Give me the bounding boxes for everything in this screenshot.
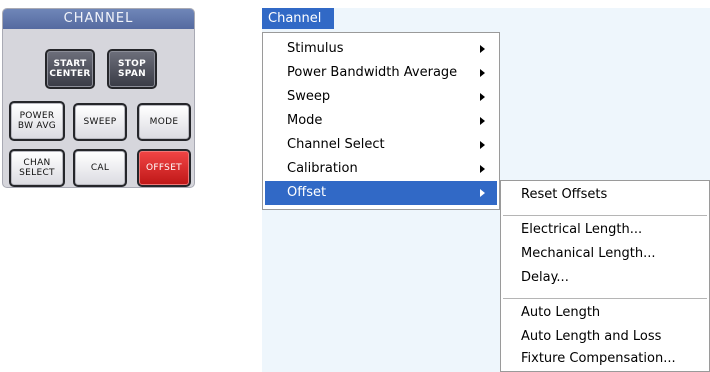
submenu-item-delay[interactable]: Delay... [503,266,707,290]
submenu-item-electrical-length[interactable]: Electrical Length... [503,218,707,242]
stop-span-key-line1: STOP [117,59,147,69]
menu-item-label: Offset [287,185,327,200]
power-bw-avg-key-line1: POWER [19,111,55,121]
submenu-arrow-icon [480,69,485,77]
cal-key-frame: CAL [73,149,127,187]
chan-select-key-frame: CHAN SELECT [9,149,65,187]
chan-select-key[interactable]: CHAN SELECT [11,151,63,185]
menubar-channel[interactable]: Channel [262,8,334,29]
sweep-key[interactable]: SWEEP [75,105,125,139]
menu-separator [503,298,707,299]
menu-item-channel-select[interactable]: Channel Select [265,133,497,157]
sweep-key-frame: SWEEP [73,103,127,141]
power-bw-avg-key-line2: BW AVG [17,121,57,131]
start-center-key-line2: CENTER [49,69,91,79]
cal-key[interactable]: CAL [75,151,125,185]
submenu-arrow-icon [480,45,485,53]
menu-separator [503,215,707,216]
submenu-item-fixture-compensation[interactable]: Fixture Compensation... [503,347,707,371]
start-center-key-line1: START [53,59,87,69]
submenu-arrow-icon [480,93,485,101]
panel-title: CHANNEL [3,9,194,29]
stop-span-key-line2: SPAN [118,69,146,79]
stop-span-key-frame: STOP SPAN [107,49,157,89]
menu-item-label: Sweep [287,89,331,104]
mode-key[interactable]: MODE [139,105,189,139]
submenu-arrow-icon [480,117,485,125]
submenu-item-auto-length-and-loss[interactable]: Auto Length and Loss [503,325,707,349]
start-center-key-frame: START CENTER [45,49,95,89]
menu-item-label: Power Bandwidth Average [287,65,458,80]
offset-key[interactable]: OFFSET [139,151,189,185]
chan-select-key-line1: CHAN [23,158,51,168]
submenu-arrow-icon [480,189,485,197]
power-bw-avg-key-frame: POWER BW AVG [9,101,65,141]
stop-span-key[interactable]: STOP SPAN [109,51,155,87]
chan-select-key-line2: SELECT [19,168,55,178]
menu-item-label: Stimulus [287,41,344,56]
offset-submenu: Reset Offsets Electrical Length... Mecha… [500,180,710,372]
menu-item-label: Mode [287,113,323,128]
channel-menu: Stimulus Power Bandwidth Average Sweep M… [262,32,500,210]
submenu-arrow-icon [480,165,485,173]
channel-key-panel: CHANNEL START CENTER STOP SPAN POWER BW AVG… [2,8,195,188]
menu-item-mode[interactable]: Mode [265,109,497,133]
menu-item-power-bandwidth-average[interactable]: Power Bandwidth Average [265,61,497,85]
menu-item-label: Calibration [287,161,358,176]
submenu-item-auto-length[interactable]: Auto Length [503,301,707,325]
menu-item-stimulus[interactable]: Stimulus [265,37,497,61]
menu-item-label: Channel Select [287,137,385,152]
submenu-arrow-icon [480,141,485,149]
menu-item-calibration[interactable]: Calibration [265,157,497,181]
start-center-key[interactable]: START CENTER [47,51,93,87]
submenu-item-reset-offsets[interactable]: Reset Offsets [503,183,707,207]
menu-item-sweep[interactable]: Sweep [265,85,497,109]
menu-item-offset[interactable]: Offset [265,181,497,205]
submenu-item-mechanical-length[interactable]: Mechanical Length... [503,242,707,266]
power-bw-avg-key[interactable]: POWER BW AVG [11,103,63,139]
mode-key-frame: MODE [137,103,191,141]
offset-key-frame: OFFSET [137,149,191,187]
